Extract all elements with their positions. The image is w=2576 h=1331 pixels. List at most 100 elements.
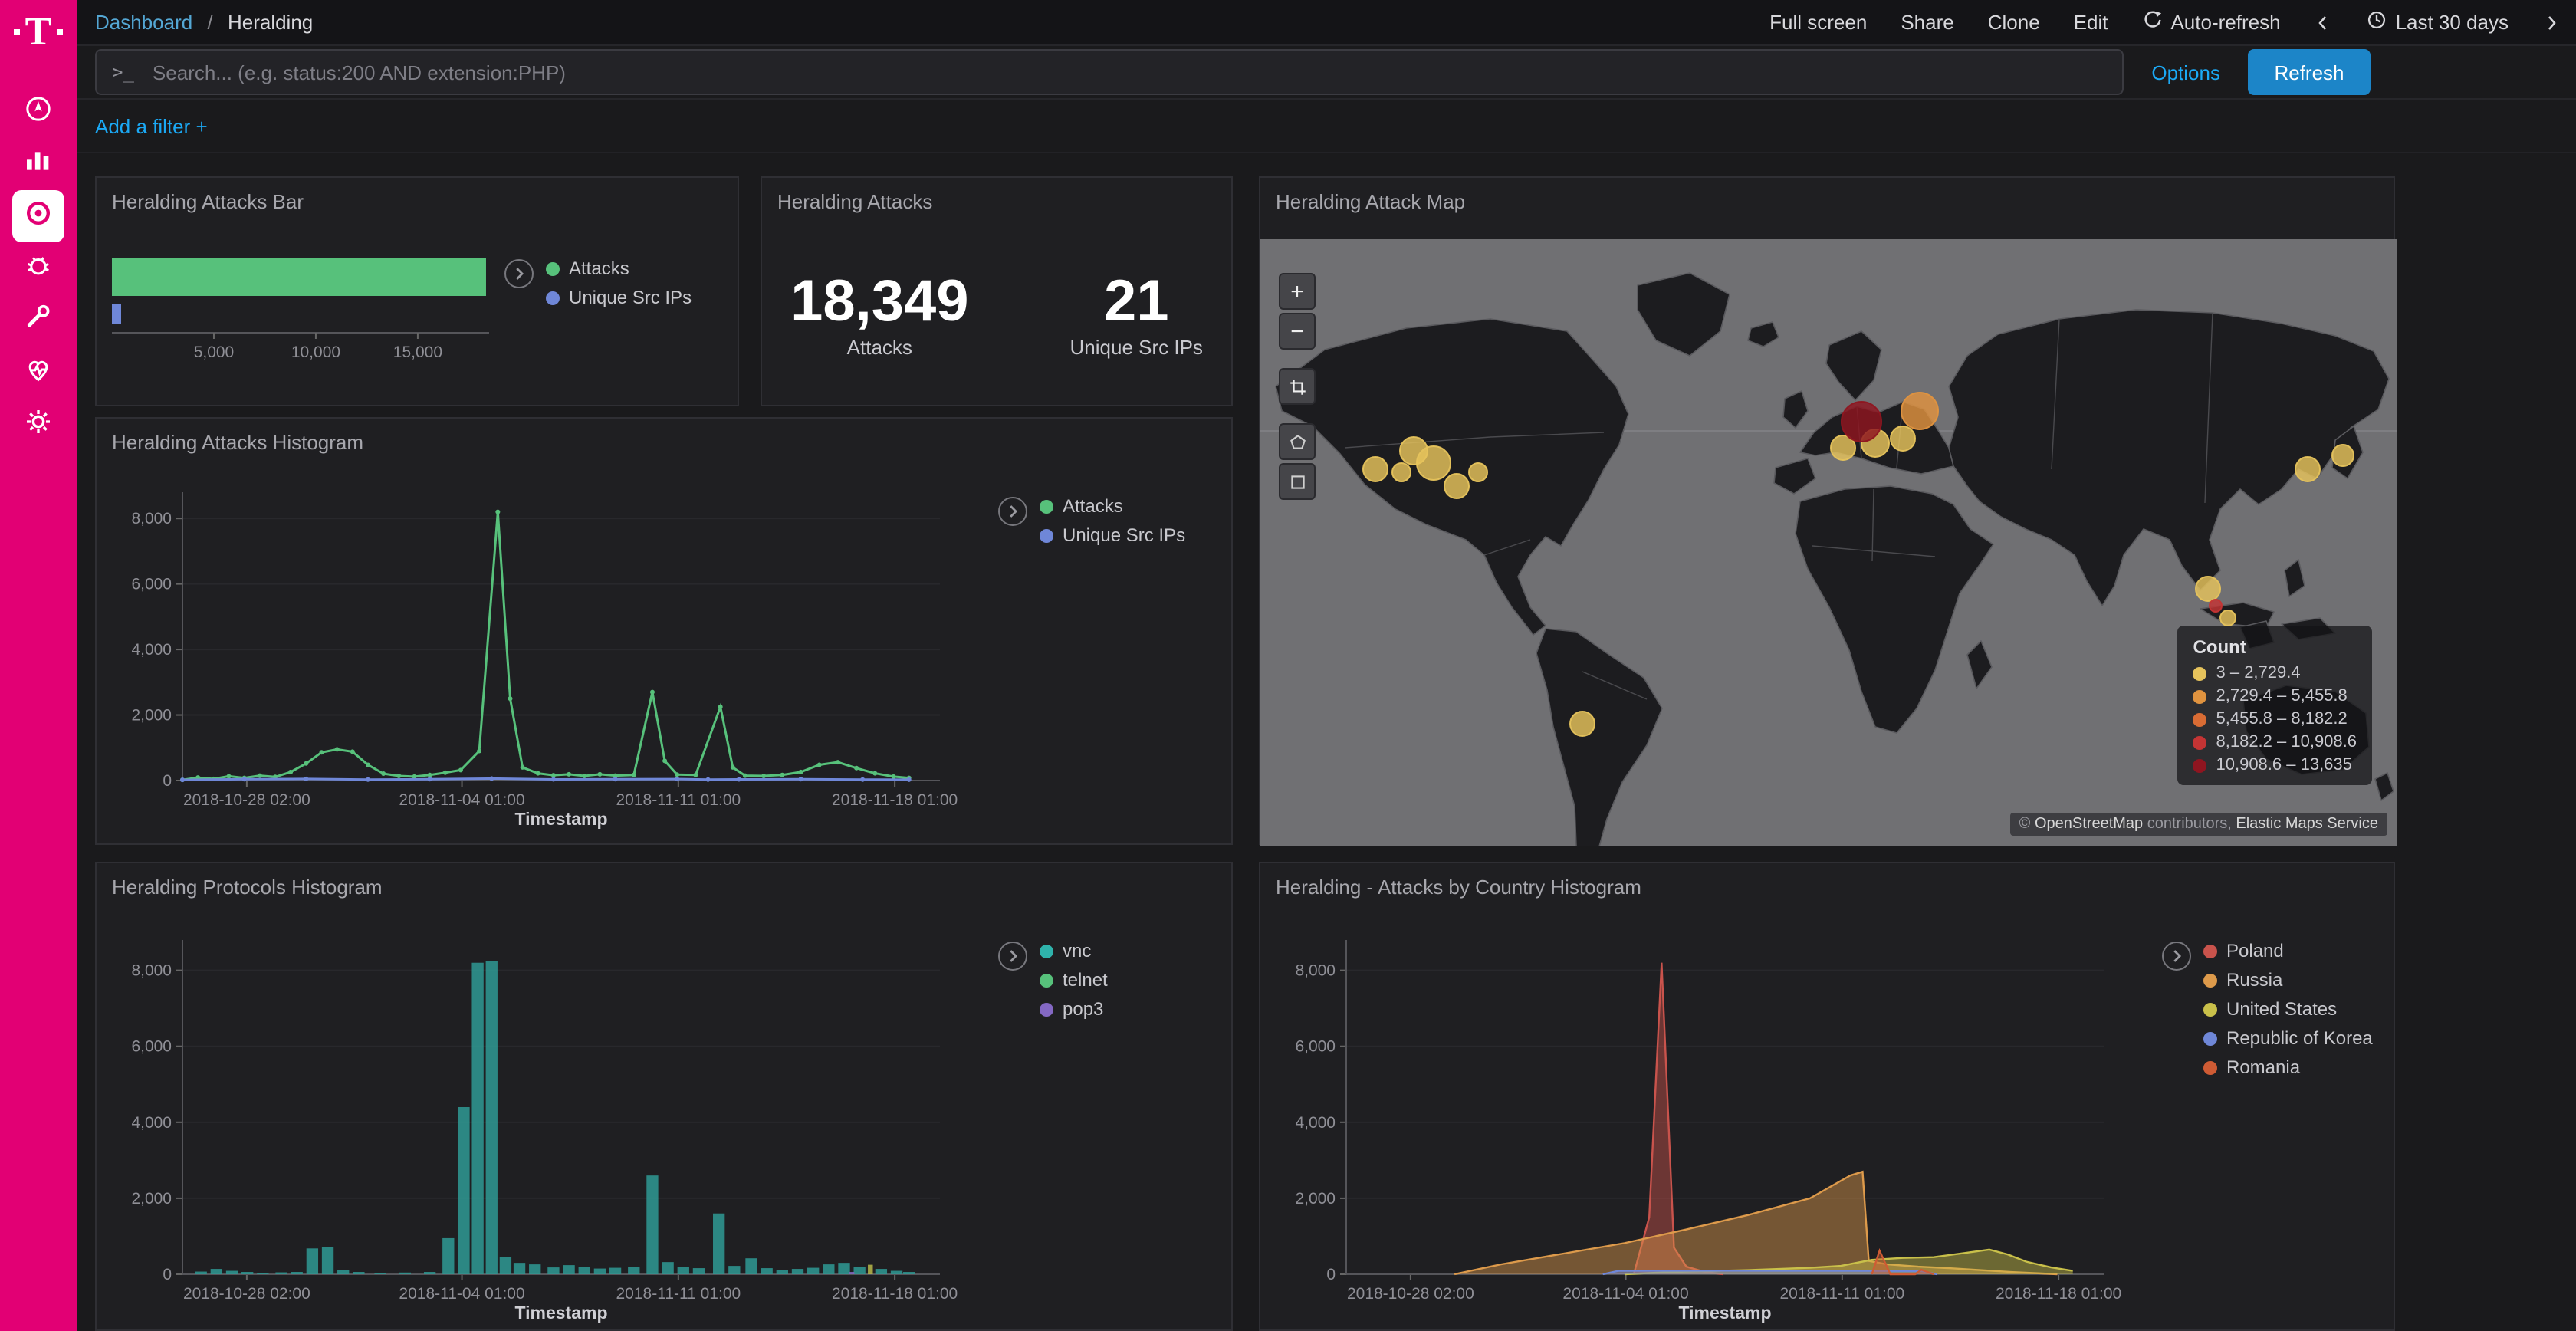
legend-item-romania[interactable]: Romania <box>2203 1057 2373 1078</box>
series-vnc-bar[interactable] <box>610 1268 621 1274</box>
series-vnc-bar[interactable] <box>713 1214 724 1274</box>
series-vnc-bar[interactable] <box>500 1257 511 1274</box>
legend-item-vnc[interactable]: vnc <box>1040 940 1108 961</box>
series-vnc-bar[interactable] <box>728 1266 740 1274</box>
series-vnc-bar[interactable] <box>807 1268 819 1274</box>
attack-location-marker[interactable] <box>1570 712 1595 736</box>
attack-location-marker[interactable] <box>2196 577 2220 601</box>
full-screen-button[interactable]: Full screen <box>1769 11 1867 34</box>
panel-title[interactable]: Heralding Attacks <box>762 178 1231 219</box>
series-vnc-bar[interactable] <box>291 1272 303 1274</box>
series-attacks-line[interactable] <box>182 512 909 781</box>
auto-refresh-button[interactable]: Auto-refresh <box>2141 9 2280 35</box>
panel-title[interactable]: Heralding Attack Map <box>1260 178 2394 219</box>
legend-item-telnet[interactable]: telnet <box>1040 969 1108 991</box>
search-input[interactable] <box>150 59 2107 85</box>
series-vnc-bar[interactable] <box>529 1264 540 1274</box>
sidebar-item-dashboard-selected[interactable] <box>12 190 64 242</box>
legend-item-united-states[interactable]: United States <box>2203 998 2373 1020</box>
attack-location-marker[interactable] <box>1392 463 1411 481</box>
series-vnc-bar[interactable] <box>693 1268 705 1274</box>
edit-button[interactable]: Edit <box>2074 11 2108 34</box>
attack-location-marker[interactable] <box>1363 457 1388 481</box>
sidebar-item-compass[interactable] <box>12 86 64 138</box>
refresh-button[interactable]: Refresh <box>2248 49 2371 95</box>
series-vnc-bar[interactable] <box>761 1268 773 1274</box>
polygon-tool-button[interactable] <box>1279 423 1316 460</box>
legend-item-russia[interactable]: Russia <box>2203 969 2373 991</box>
series-vnc-bar[interactable] <box>211 1269 222 1274</box>
time-back-button[interactable] <box>2315 12 2333 33</box>
time-forward-button[interactable] <box>2542 12 2561 33</box>
series-vnc-bar[interactable] <box>646 1175 658 1274</box>
attack-location-marker[interactable] <box>1417 446 1451 480</box>
legend-toggle-button[interactable] <box>504 259 534 288</box>
series-vnc-bar[interactable] <box>442 1238 454 1274</box>
series-vnc-bar[interactable] <box>594 1269 606 1274</box>
series-vnc-bar[interactable] <box>823 1264 834 1274</box>
attack-location-marker[interactable] <box>2210 600 2222 612</box>
attack-location-marker[interactable] <box>2295 457 2320 481</box>
series-vnc-bar[interactable] <box>891 1271 902 1274</box>
series-vnc-bar[interactable] <box>424 1272 435 1274</box>
series-vnc-bar[interactable] <box>853 1267 865 1274</box>
series-vnc-bar[interactable] <box>563 1265 574 1274</box>
series-pop3-bar[interactable] <box>849 1272 854 1274</box>
series-vnc-bar[interactable] <box>322 1247 334 1274</box>
bar-unique-src-ips[interactable] <box>112 304 121 324</box>
attack-location-marker[interactable] <box>2332 445 2354 466</box>
series-vnc-bar[interactable] <box>472 963 483 1274</box>
series-vnc-bar[interactable] <box>514 1263 525 1274</box>
attack-location-marker[interactable] <box>1901 393 1938 429</box>
series-vnc-bar[interactable] <box>196 1272 207 1274</box>
legend-item-attacks[interactable]: Attacks <box>1040 495 1185 517</box>
attack-location-marker[interactable] <box>1469 463 1487 481</box>
rectangle-tool-button[interactable] <box>1279 463 1316 500</box>
options-link[interactable]: Options <box>2151 61 2220 84</box>
series-vnc-bar[interactable] <box>628 1267 639 1274</box>
series-vnc-bar[interactable] <box>275 1273 287 1274</box>
legend-item-unique-src-ips[interactable]: Unique Src IPs <box>546 287 692 308</box>
series-vnc-bar[interactable] <box>838 1263 849 1274</box>
attack-location-marker[interactable] <box>1891 426 1915 451</box>
crop-tool-button[interactable] <box>1279 368 1316 405</box>
protocols-histogram-chart[interactable]: 02,0004,0006,0008,0002018-10-28 02:00201… <box>106 925 992 1326</box>
series-vnc-bar[interactable] <box>257 1273 268 1274</box>
panel-title[interactable]: Heralding Attacks Bar <box>97 178 738 219</box>
country-histogram-chart[interactable]: 02,0004,0006,0008,0002018-10-28 02:00201… <box>1270 925 2156 1326</box>
series-vnc-bar[interactable] <box>337 1270 349 1274</box>
attack-location-marker[interactable] <box>2220 610 2236 626</box>
series-vnc-bar[interactable] <box>458 1107 469 1274</box>
attack-location-marker[interactable] <box>1842 402 1881 442</box>
legend-item-unique-src-ips[interactable]: Unique Src IPs <box>1040 524 1185 546</box>
share-button[interactable]: Share <box>1901 11 1953 34</box>
sidebar-item-settings[interactable] <box>12 399 64 451</box>
bar-attacks[interactable] <box>112 258 486 296</box>
series-vnc-bar[interactable] <box>399 1273 411 1274</box>
series-vnc-bar[interactable] <box>307 1248 318 1274</box>
clone-button[interactable]: Clone <box>1988 11 2040 34</box>
attacks-bar-chart[interactable]: 5,00010,00015,000 <box>106 248 504 371</box>
series-vnc-bar[interactable] <box>792 1269 803 1274</box>
series-telnet-bar[interactable] <box>868 1265 872 1274</box>
panel-title[interactable]: Heralding Protocols Histogram <box>97 863 1231 905</box>
series-vnc-bar[interactable] <box>678 1267 689 1274</box>
zoom-out-button[interactable]: − <box>1279 313 1316 350</box>
series-vnc-bar[interactable] <box>226 1271 238 1274</box>
legend-item-pop3[interactable]: pop3 <box>1040 998 1108 1020</box>
sidebar-item-tools[interactable] <box>12 294 64 347</box>
panel-title[interactable]: Heralding Attacks Histogram <box>97 419 1231 460</box>
sidebar-item-bug[interactable] <box>12 242 64 294</box>
series-vnc-bar[interactable] <box>486 961 498 1274</box>
series-vnc-bar[interactable] <box>374 1273 386 1274</box>
series-vnc-bar[interactable] <box>745 1258 757 1274</box>
legend-item-attacks[interactable]: Attacks <box>546 258 692 279</box>
legend-toggle-button[interactable] <box>2162 942 2191 971</box>
series-vnc-bar[interactable] <box>353 1272 364 1274</box>
openstreetmap-link[interactable]: OpenStreetMap <box>2035 816 2143 833</box>
legend-item-republic-of-korea[interactable]: Republic of Korea <box>2203 1027 2373 1049</box>
series-vnc-bar[interactable] <box>242 1272 253 1274</box>
legend-toggle-button[interactable] <box>998 497 1027 526</box>
attacks-histogram-chart[interactable]: 02,0004,0006,0008,0002018-10-28 02:00201… <box>106 477 992 833</box>
series-vnc-bar[interactable] <box>662 1262 673 1274</box>
